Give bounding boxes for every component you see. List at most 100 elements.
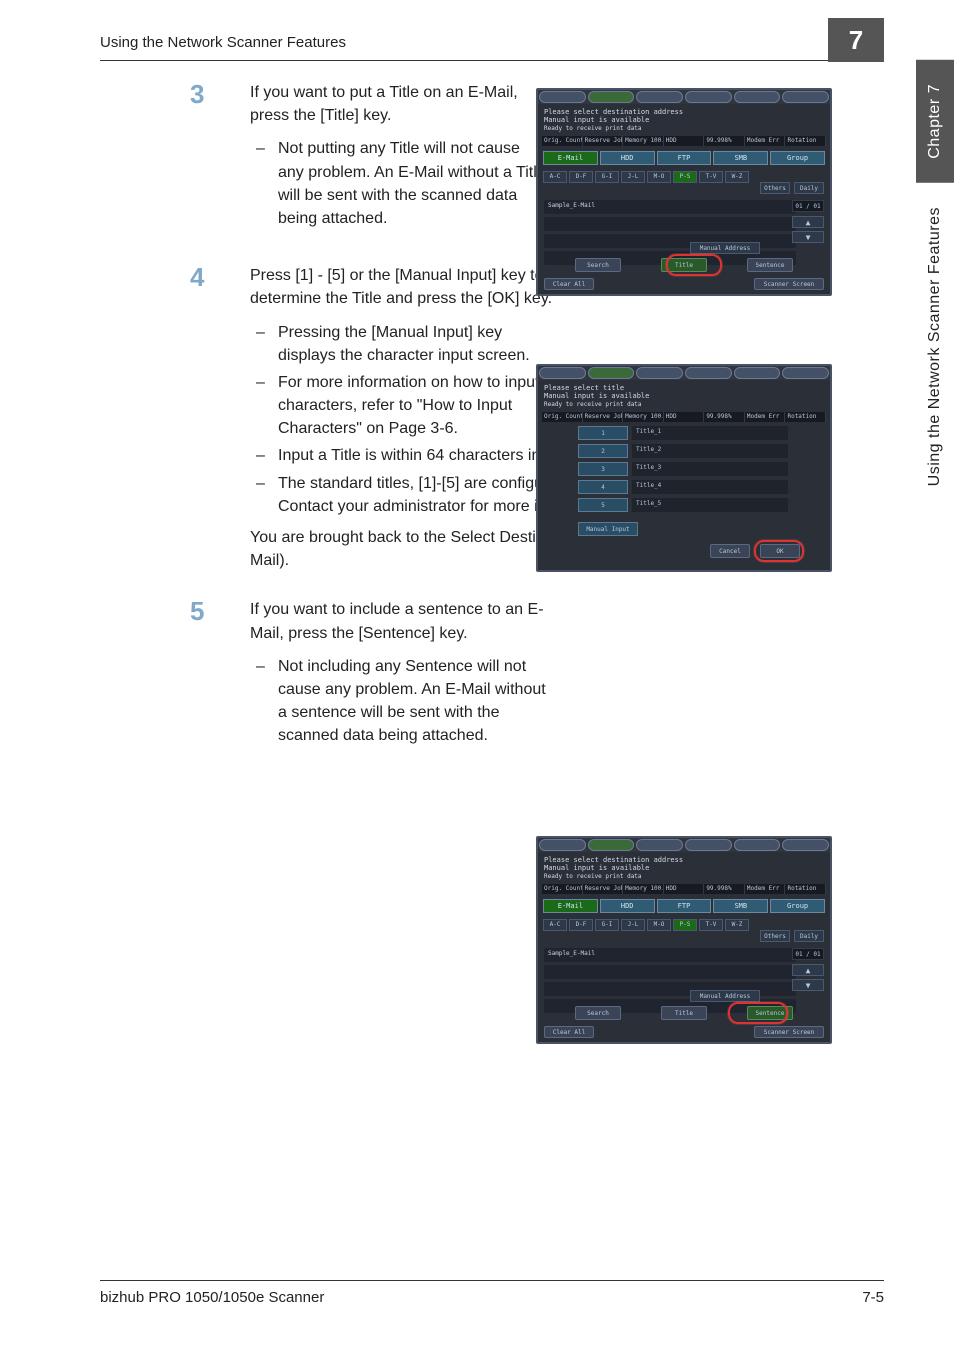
header-title: Using the Network Scanner Features [100,34,346,57]
shot2-row-4-val: Title_4 [632,480,788,494]
side-tab-section: Using the Network Scanner Features [916,183,954,510]
side-tab-chapter: Chapter 7 [916,60,954,183]
shot-alpha-df[interactable]: D-F [569,171,593,183]
footer-right: 7-5 [862,1289,884,1306]
step-4-number: 4 [190,264,250,572]
shot-alpha-gi[interactable]: G-I [595,171,619,183]
shot-scanner-screen-button[interactable]: Scanner Screen [754,278,824,290]
shot-orig-count: Orig. Count [542,412,583,422]
shot-clear-all-button[interactable]: Clear All [544,278,594,290]
shot-alpha-mo[interactable]: M-O [647,171,671,183]
shot-list-item-sample-email[interactable]: Sample_E-Mail [544,948,796,962]
shot-alpha-df[interactable]: D-F [569,919,593,931]
shot-alpha-jl[interactable]: J-L [621,171,645,183]
shot2-row-5-num[interactable]: 5 [578,498,628,512]
shot-modem: Modem Err [745,884,786,894]
shot-up-arrow[interactable]: ▲ [792,964,824,976]
shot-tab-email[interactable]: E-Mail [543,151,598,165]
shot-reserve: Reserve Job [583,884,624,894]
shot-list-item-sample-email[interactable]: Sample_E-Mail [544,200,796,214]
shot-list-item-empty [544,217,796,231]
shot-manual-address-button[interactable]: Manual Address [690,990,760,1002]
bullet-dash: – [250,137,278,230]
shot-mem-pct: 99.998% [704,884,745,894]
step-3-bullet-1: Not putting any Title will not cause any… [278,137,550,230]
step-5-number: 5 [190,598,250,751]
shot-msg-2: Manual input is available [544,116,824,124]
shot-list-item-empty [544,965,796,979]
shot-tab-smb[interactable]: SMB [713,151,768,165]
shot2-row-1-num[interactable]: 1 [578,426,628,440]
shot-others-button[interactable]: Others [760,182,790,194]
shot-sentence-button[interactable]: Sentence [747,258,793,272]
shot-tab-ftp[interactable]: FTP [657,899,712,913]
shot-manual-address-button[interactable]: Manual Address [690,242,760,254]
shot-alpha-ps[interactable]: P-S [673,171,697,183]
shot2-msg-1: Please select title [544,384,824,392]
shot-clear-all-button[interactable]: Clear All [544,1026,594,1038]
shot-alpha-tv[interactable]: T-V [699,171,723,183]
shot-tab-group[interactable]: Group [770,151,825,165]
step-4-text: Press [1] - [5] or the [Manual Input] ke… [250,264,560,310]
shot-status-ready: Ready to receive print data [544,873,824,880]
shot-page-indicator: 01 / 01 [792,948,824,960]
shot-scanner-screen-button[interactable]: Scanner Screen [754,1026,824,1038]
screenshot-step-3: Please select destination address Manual… [536,88,832,296]
shot-memory: Memory 100.000% [623,412,664,422]
shot-alpha-ac[interactable]: A-C [543,171,567,183]
shot2-cancel-button[interactable]: Cancel [710,544,750,558]
shot-alpha-mo[interactable]: M-O [647,919,671,931]
bullet-dash: – [250,655,278,748]
shot-mem-pct: 99.998% [704,412,745,422]
step-4-bullet-1: Pressing the [Manual Input] key displays… [278,321,560,367]
shot-alpha-wz[interactable]: W-Z [725,171,749,183]
shot-modem: Modem Err [745,412,786,422]
shot-daily-button[interactable]: Daily [794,182,824,194]
step-3-number: 3 [190,81,250,234]
bullet-dash: – [250,444,278,467]
shot-alpha-gi[interactable]: G-I [595,919,619,931]
shot-hdd: HDD [664,884,705,894]
shot-alpha-ac[interactable]: A-C [543,919,567,931]
shot-rotation: Rotation [785,412,826,422]
shot-page-indicator: 01 / 01 [792,200,824,212]
shot-memory: Memory 100.000% [623,136,664,146]
shot-tab-smb[interactable]: SMB [713,899,768,913]
shot-tab-email[interactable]: E-Mail [543,899,598,913]
shot-orig-count: Orig. Count [542,136,583,146]
shot-mem-pct: 99.998% [704,136,745,146]
shot-reserve: Reserve Job [583,136,624,146]
screenshot-step-4: Please select title Manual input is avai… [536,364,832,572]
shot-search-button[interactable]: Search [575,1006,621,1020]
shot-msg-1: Please select destination address [544,108,824,116]
shot2-row-2-num[interactable]: 2 [578,444,628,458]
shot-hdd: HDD [664,412,705,422]
step-5-text: If you want to include a sentence to an … [250,598,550,644]
shot-alpha-jl[interactable]: J-L [621,919,645,931]
shot-others-button[interactable]: Others [760,930,790,942]
shot2-manual-input-button[interactable]: Manual Input [578,522,638,536]
shot-alpha-wz[interactable]: W-Z [725,919,749,931]
shot-tab-hdd[interactable]: HDD [600,899,655,913]
shot-down-arrow[interactable]: ▼ [792,979,824,991]
shot-tab-ftp[interactable]: FTP [657,151,712,165]
bullet-dash: – [250,472,278,518]
shot2-row-3-num[interactable]: 3 [578,462,628,476]
shot-down-arrow[interactable]: ▼ [792,231,824,243]
shot2-row-1-val: Title_1 [632,426,788,440]
bullet-dash: – [250,371,278,441]
shot-title-button[interactable]: Title [661,1006,707,1020]
shot-daily-button[interactable]: Daily [794,930,824,942]
shot-alpha-tv[interactable]: T-V [699,919,723,931]
screenshot-step-5: Please select destination address Manual… [536,836,832,1044]
step-4-bullet-2: For more information on how to input cha… [278,371,560,441]
shot2-row-4-num[interactable]: 4 [578,480,628,494]
shot-tab-group[interactable]: Group [770,899,825,913]
shot-search-button[interactable]: Search [575,258,621,272]
shot-rotation: Rotation [785,884,826,894]
shot-hdd: HDD [664,136,705,146]
shot-reserve: Reserve Job [583,412,624,422]
shot-tab-hdd[interactable]: HDD [600,151,655,165]
shot-up-arrow[interactable]: ▲ [792,216,824,228]
shot-alpha-ps[interactable]: P-S [673,919,697,931]
